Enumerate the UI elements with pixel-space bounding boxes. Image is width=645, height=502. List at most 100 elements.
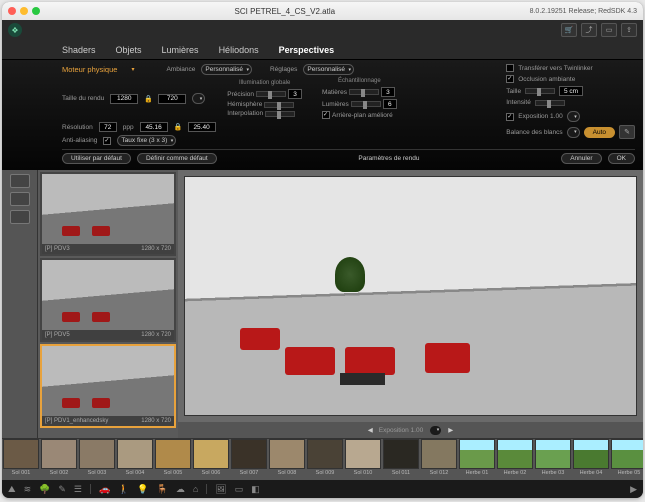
- export-icon[interactable]: ⇪: [621, 23, 637, 37]
- material-swatch[interactable]: Sol 005: [154, 439, 192, 480]
- titlebar: SCI PETREL_4_CS_V2.atla 8.0.2.19251 Rele…: [2, 2, 643, 20]
- close-icon[interactable]: [8, 7, 16, 15]
- wb-select[interactable]: [567, 127, 580, 138]
- person-icon[interactable]: 🚶: [118, 484, 129, 495]
- tab-heliodons[interactable]: Héliodons: [219, 45, 259, 55]
- layers-icon[interactable]: ▭: [601, 23, 617, 37]
- cancel-button[interactable]: Annuler: [561, 153, 601, 164]
- height-input[interactable]: [158, 94, 186, 104]
- engine-label[interactable]: Moteur physique: [62, 65, 125, 74]
- use-default-button[interactable]: Utiliser par défaut: [62, 153, 131, 164]
- minimize-icon[interactable]: [20, 7, 28, 15]
- interpolation-slider[interactable]: [265, 111, 295, 117]
- material-label: Sol 001: [12, 469, 31, 476]
- set-default-button[interactable]: Définir comme défaut: [137, 153, 217, 164]
- frame-icon[interactable]: ▭: [235, 484, 244, 495]
- size-unit-select[interactable]: [192, 93, 205, 104]
- thumbnail-item[interactable]: [P] PDV51280 x 720: [40, 258, 176, 342]
- dim-h-input[interactable]: [188, 122, 216, 132]
- exposure-dropdown[interactable]: [429, 425, 442, 436]
- image-icon[interactable]: 🖼: [215, 484, 226, 495]
- material-swatch[interactable]: Sol 001: [2, 439, 40, 480]
- matieres-value[interactable]: [381, 87, 395, 97]
- camera-icon[interactable]: [10, 210, 30, 224]
- material-swatch[interactable]: Herbe 02: [496, 439, 534, 480]
- precision-slider[interactable]: [256, 91, 286, 97]
- ambiance-select[interactable]: Personnalisé: [201, 64, 252, 75]
- lock-icon[interactable]: 🔒: [144, 95, 152, 103]
- intensity-slider[interactable]: [535, 100, 565, 106]
- zoom-icon[interactable]: [32, 7, 40, 15]
- ok-button[interactable]: OK: [608, 153, 635, 164]
- material-swatch[interactable]: Herbe 03: [534, 439, 572, 480]
- resolution-input[interactable]: [99, 122, 117, 132]
- thumbnail-item[interactable]: [P] PDV31280 x 720: [40, 172, 176, 256]
- twinlinker-checkbox[interactable]: [506, 64, 514, 72]
- exposure-checkbox[interactable]: [506, 113, 514, 121]
- matieres-slider[interactable]: [349, 89, 379, 95]
- thumbnail-item[interactable]: [P] PDV1_enhancedsky1280 x 720: [40, 344, 176, 428]
- layers-icon-2[interactable]: ☰: [74, 484, 82, 495]
- car-icon[interactable]: 🚗: [99, 484, 110, 495]
- material-label: Sol 012: [430, 469, 449, 476]
- prev-icon[interactable]: ◀: [368, 426, 373, 434]
- tab-lumieres[interactable]: Lumières: [162, 45, 199, 55]
- bg-checkbox[interactable]: [322, 111, 330, 119]
- exposure-select[interactable]: [567, 111, 580, 122]
- auto-button[interactable]: Auto: [584, 127, 615, 138]
- material-swatch[interactable]: Sol 007: [230, 439, 268, 480]
- material-label: Sol 010: [354, 469, 373, 476]
- tab-perspectives[interactable]: Perspectives: [279, 45, 335, 55]
- material-swatch[interactable]: Herbe 04: [572, 439, 610, 480]
- material-swatch[interactable]: Sol 008: [268, 439, 306, 480]
- material-swatch[interactable]: Herbe 01: [458, 439, 496, 480]
- tab-shaders[interactable]: Shaders: [62, 45, 96, 55]
- material-swatch[interactable]: Sol 012: [420, 439, 458, 480]
- lumieres-value[interactable]: [383, 99, 397, 109]
- aa-checkbox[interactable]: [103, 137, 111, 145]
- lumieres-slider[interactable]: [351, 101, 381, 107]
- material-swatch[interactable]: Sol 010: [344, 439, 382, 480]
- view-list-icon[interactable]: [10, 174, 30, 188]
- play-icon[interactable]: ▶: [630, 484, 637, 495]
- aa-select[interactable]: Taux fixe (3 x 3): [117, 135, 176, 146]
- tab-objets[interactable]: Objets: [116, 45, 142, 55]
- terrain-icon[interactable]: ⛰: [8, 484, 16, 495]
- eyedropper-icon[interactable]: ✎: [619, 125, 635, 139]
- view-grid-icon[interactable]: [10, 192, 30, 206]
- occlusion-checkbox[interactable]: [506, 75, 514, 83]
- material-swatch[interactable]: Herbe 05: [610, 439, 643, 480]
- dim-w-input[interactable]: [140, 122, 168, 132]
- cloud-icon[interactable]: ☁: [176, 484, 185, 495]
- link-icon[interactable]: ⤴: [581, 23, 597, 37]
- furniture-icon[interactable]: 🪑: [157, 484, 168, 495]
- material-swatch[interactable]: Sol 009: [306, 439, 344, 480]
- lock-icon-2[interactable]: 🔒: [174, 123, 182, 131]
- material-swatch[interactable]: Sol 002: [40, 439, 78, 480]
- material-swatch[interactable]: Sol 003: [78, 439, 116, 480]
- hemisphere-slider[interactable]: [264, 102, 294, 108]
- house-icon[interactable]: ⌂: [193, 484, 198, 494]
- reglages-select[interactable]: Personnalisé: [303, 64, 354, 75]
- material-swatch[interactable]: Sol 006: [192, 439, 230, 480]
- billboard-icon[interactable]: ◧: [251, 484, 260, 495]
- occ-size-value[interactable]: [559, 86, 583, 96]
- cart-icon[interactable]: 🛒: [561, 23, 577, 37]
- lamp-icon[interactable]: 💡: [137, 484, 148, 495]
- occ-size-slider[interactable]: [525, 88, 555, 94]
- app-logo-icon[interactable]: ❖: [8, 23, 22, 37]
- water-icon[interactable]: ≋: [24, 484, 32, 495]
- window-title: SCI PETREL_4_CS_V2.atla: [40, 7, 530, 16]
- tree-icon[interactable]: 🌳: [39, 484, 50, 495]
- render-preview[interactable]: [184, 176, 637, 416]
- precision-value[interactable]: [288, 89, 302, 99]
- material-label: Sol 004: [126, 469, 145, 476]
- aa-label: Anti-aliasing: [62, 137, 97, 144]
- brush-icon[interactable]: ✎: [58, 484, 66, 495]
- width-input[interactable]: [110, 94, 138, 104]
- material-swatch[interactable]: Sol 011: [382, 439, 420, 480]
- material-swatch[interactable]: Sol 004: [116, 439, 154, 480]
- material-label: Herbe 04: [580, 469, 603, 476]
- next-icon[interactable]: ▶: [448, 426, 453, 434]
- chevron-down-icon[interactable]: ▾: [131, 66, 134, 73]
